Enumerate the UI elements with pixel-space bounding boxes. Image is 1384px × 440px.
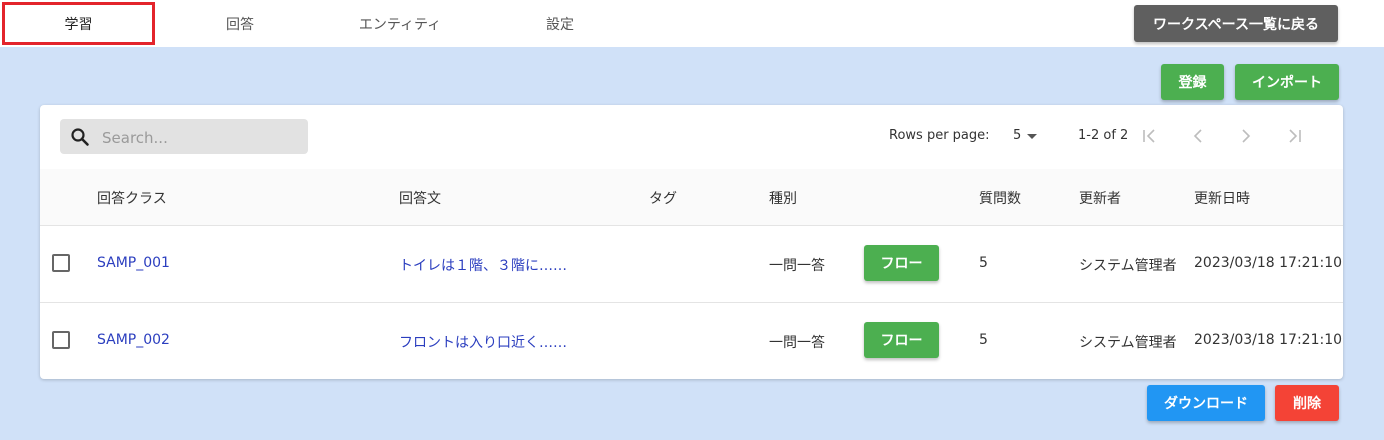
tab-settings-label: 設定: [546, 16, 574, 33]
search-box: [60, 119, 308, 156]
tab-learning[interactable]: 学習: [2, 2, 155, 45]
tab-learning-label: 学習: [64, 16, 93, 33]
header-answer-class[interactable]: 回答クラス: [97, 188, 167, 208]
row-checkbox[interactable]: [52, 254, 70, 272]
question-count-cell: 5: [979, 332, 988, 348]
chevron-right-icon[interactable]: [1237, 127, 1255, 145]
tab-entities-label: エンティティ: [358, 16, 442, 33]
chevron-left-icon[interactable]: [1189, 127, 1207, 145]
updater-cell: システム管理者: [1079, 335, 1177, 351]
header-answer-text[interactable]: 回答文: [399, 188, 441, 208]
tab-entities[interactable]: エンティティ: [320, 0, 480, 47]
caret-down-icon[interactable]: [1027, 134, 1037, 139]
answer-text-link[interactable]: フロントは入り口近く……: [399, 332, 567, 352]
flow-button[interactable]: フロー: [864, 245, 939, 281]
register-button[interactable]: 登録: [1161, 64, 1224, 100]
search-input[interactable]: [100, 119, 304, 156]
updated-at-cell: 2023/03/18 17:21:10: [1194, 255, 1343, 271]
last-page-icon[interactable]: [1285, 127, 1303, 145]
updated-at-cell: 2023/03/18 17:21:10: [1194, 332, 1343, 348]
answer-class-link[interactable]: SAMP_001: [97, 255, 170, 271]
pagination-range: 1-2 of 2: [1078, 128, 1129, 143]
back-to-workspaces-button[interactable]: ワークスペース一覧に戻る: [1134, 5, 1338, 42]
header-tag[interactable]: タグ: [649, 188, 677, 208]
tab-answers-label: 回答: [226, 16, 254, 33]
answer-class-link[interactable]: SAMP_002: [97, 332, 170, 348]
header-type[interactable]: 種別: [769, 188, 797, 208]
download-button[interactable]: ダウンロード: [1147, 385, 1265, 421]
type-cell: 一問一答: [769, 258, 825, 274]
header-question-count[interactable]: 質問数: [979, 188, 1021, 208]
rows-per-page-label: Rows per page:: [889, 128, 990, 143]
table-header: 回答クラス 回答文 タグ 種別 質問数 更新者 更新日時: [40, 169, 1343, 226]
top-tab-bar: 学習 回答 エンティティ 設定 ワークスペース一覧に戻る: [0, 0, 1384, 47]
tab-answers[interactable]: 回答: [160, 0, 320, 47]
answer-table-card: Rows per page: 5 1-2 of 2 回答クラス 回答文 タグ 種…: [40, 105, 1343, 379]
flow-button[interactable]: フロー: [864, 322, 939, 358]
search-icon: [71, 128, 89, 146]
table-row: SAMP_002 フロントは入り口近く…… 一問一答 フロー 5 システム管理者…: [40, 302, 1343, 379]
row-checkbox[interactable]: [52, 331, 70, 349]
updater-cell: システム管理者: [1079, 258, 1177, 274]
answer-text-link[interactable]: トイレは１階、３階に……: [399, 255, 567, 275]
question-count-cell: 5: [979, 255, 988, 271]
type-cell: 一問一答: [769, 335, 825, 351]
header-updater[interactable]: 更新者: [1079, 188, 1121, 208]
delete-button[interactable]: 削除: [1275, 385, 1339, 421]
rows-per-page-select[interactable]: 5: [1013, 128, 1021, 143]
import-button[interactable]: インポート: [1235, 64, 1339, 100]
first-page-icon[interactable]: [1141, 127, 1159, 145]
header-updated-at[interactable]: 更新日時: [1194, 188, 1250, 208]
table-row: SAMP_001 トイレは１階、３階に…… 一問一答 フロー 5 システム管理者…: [40, 225, 1343, 303]
tab-settings[interactable]: 設定: [480, 0, 640, 47]
